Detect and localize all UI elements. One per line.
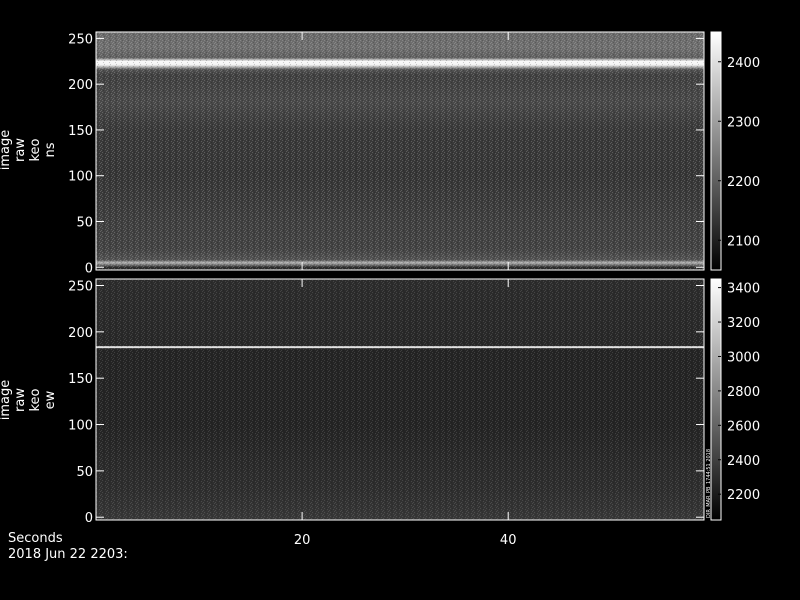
panel-ns: 0 50 100 150 200 250 image raw keo ns 2100 220… bbox=[0, 31, 760, 276]
ns-y-label-line-2: raw bbox=[13, 138, 28, 162]
y-tick-label: 100 bbox=[68, 419, 93, 434]
colorbar-tick-label: 3200 bbox=[727, 316, 760, 331]
ns-colorbar-axis: 2100 2200 2300 2400 bbox=[718, 56, 760, 249]
ew-colorbar-side-text: DIR_MAR_PB_1744:51 2018 bbox=[706, 449, 712, 518]
date-label: 2018 Jun 22 2203: bbox=[8, 547, 128, 562]
colorbar-tick-label: 3000 bbox=[727, 350, 760, 365]
ns-y-label-line-3: keo bbox=[28, 138, 43, 161]
y-tick-label: 50 bbox=[76, 465, 93, 480]
ew-y-label: image raw keo ew bbox=[0, 380, 58, 421]
colorbar-tick-label: 2100 bbox=[727, 234, 760, 249]
x-tick-label: 40 bbox=[500, 533, 517, 548]
ew-y-label-line-2: raw bbox=[13, 388, 28, 412]
colorbar-tick-label: 3400 bbox=[727, 282, 760, 297]
ew-y-label-line-1: image bbox=[0, 380, 13, 421]
panel-ew: 0 50 100 150 200 250 20 40 image raw keo ew 22… bbox=[0, 278, 760, 548]
y-tick-label: 200 bbox=[68, 326, 93, 341]
colorbar-tick-label: 2600 bbox=[727, 419, 760, 434]
ns-y-label-line-1: image bbox=[0, 130, 13, 171]
y-tick-label: 0 bbox=[85, 511, 93, 526]
ns-colorbar bbox=[710, 31, 722, 271]
y-tick-label: 100 bbox=[68, 170, 93, 185]
y-tick-label: 250 bbox=[68, 32, 93, 47]
colorbar-tick-label: 2200 bbox=[727, 175, 760, 190]
y-tick-label: 50 bbox=[76, 215, 93, 230]
ew-colorbar bbox=[710, 278, 722, 521]
colorbar-tick-label: 2400 bbox=[727, 56, 760, 71]
keogram-figure: 050100150200250 image raw keo ns 2100220… bbox=[0, 31, 760, 548]
colorbar-tick-label: 2400 bbox=[727, 454, 760, 469]
x-axis-label: Seconds bbox=[8, 531, 63, 546]
ns-keogram-noise bbox=[96, 32, 704, 270]
colorbar-tick-label: 2300 bbox=[727, 115, 760, 130]
ns-y-label-line-4: ns bbox=[43, 142, 58, 157]
y-tick-label: 150 bbox=[68, 124, 93, 139]
ew-y-label-line-4: ew bbox=[43, 390, 58, 409]
y-tick-label: 200 bbox=[68, 78, 93, 93]
colorbar-tick-label: 2800 bbox=[727, 385, 760, 400]
y-tick-label: 150 bbox=[68, 372, 93, 387]
y-tick-label: 0 bbox=[85, 261, 93, 276]
ns-y-label: image raw keo ns bbox=[0, 130, 58, 171]
ew-y-label-line-3: keo bbox=[28, 388, 43, 411]
x-tick-label: 20 bbox=[294, 533, 311, 548]
y-tick-label: 250 bbox=[68, 279, 93, 294]
colorbar-tick-label: 2200 bbox=[727, 488, 760, 503]
ew-colorbar-axis: 2200 2400 2600 2800 3000 3200 3400 bbox=[718, 282, 760, 503]
ew-keogram-noise bbox=[96, 279, 704, 520]
